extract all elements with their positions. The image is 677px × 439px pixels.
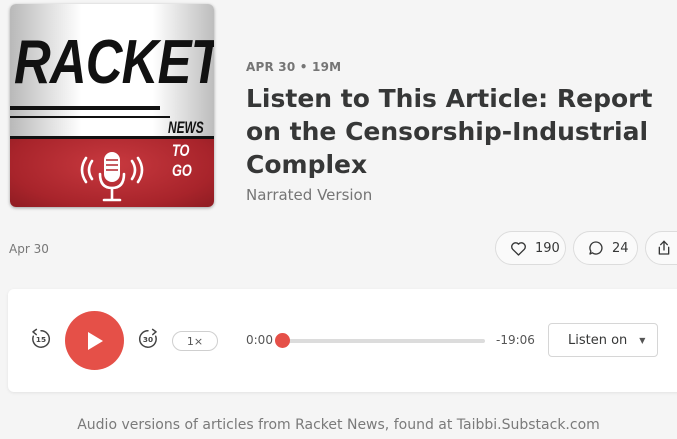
like-button[interactable]: 190 [495, 231, 566, 265]
heart-icon [511, 241, 526, 256]
cover-title: RACKET [14, 28, 214, 97]
audio-player: 15 30 1× 0:00 -19:06 Listen on ▼ [8, 289, 677, 392]
post-title[interactable]: Listen to This Article: Report on the Ce… [246, 82, 666, 181]
podcast-description: Audio versions of articles from Racket N… [77, 417, 600, 433]
post-subtitle: Narrated Version [246, 186, 373, 204]
listen-on-dropdown[interactable]: Listen on ▼ [548, 323, 658, 357]
progress-thumb[interactable] [275, 333, 291, 348]
progress-slider[interactable] [275, 333, 485, 348]
podcast-cover-art: RACKET NEWS TO GO [10, 4, 214, 207]
cover-news-text: NEWS [168, 118, 204, 137]
share-icon [658, 240, 670, 255]
remaining-time: -19:06 [496, 333, 535, 347]
forward-label: 30 [143, 335, 153, 344]
share-button[interactable] [645, 231, 677, 265]
microphone-icon [80, 152, 144, 202]
playback-speed-button[interactable]: 1× [172, 331, 218, 351]
caret-down-icon: ▼ [639, 335, 646, 345]
rewind-label: 15 [36, 335, 46, 344]
play-icon [87, 331, 103, 350]
forward-30-icon[interactable]: 30 [137, 328, 159, 350]
listen-on-label: Listen on [568, 332, 628, 348]
comment-count: 24 [612, 240, 629, 256]
comment-button[interactable]: 24 [573, 231, 638, 265]
post-date: Apr 30 [9, 242, 49, 256]
rewind-15-icon[interactable]: 15 [30, 328, 52, 350]
comment-icon [589, 241, 603, 255]
current-time: 0:00 [246, 333, 273, 347]
post-meta: APR 30 • 19M [246, 60, 342, 74]
play-button[interactable] [65, 311, 124, 370]
cover-togo-text: TO GO [172, 141, 192, 180]
like-count: 190 [535, 240, 560, 256]
